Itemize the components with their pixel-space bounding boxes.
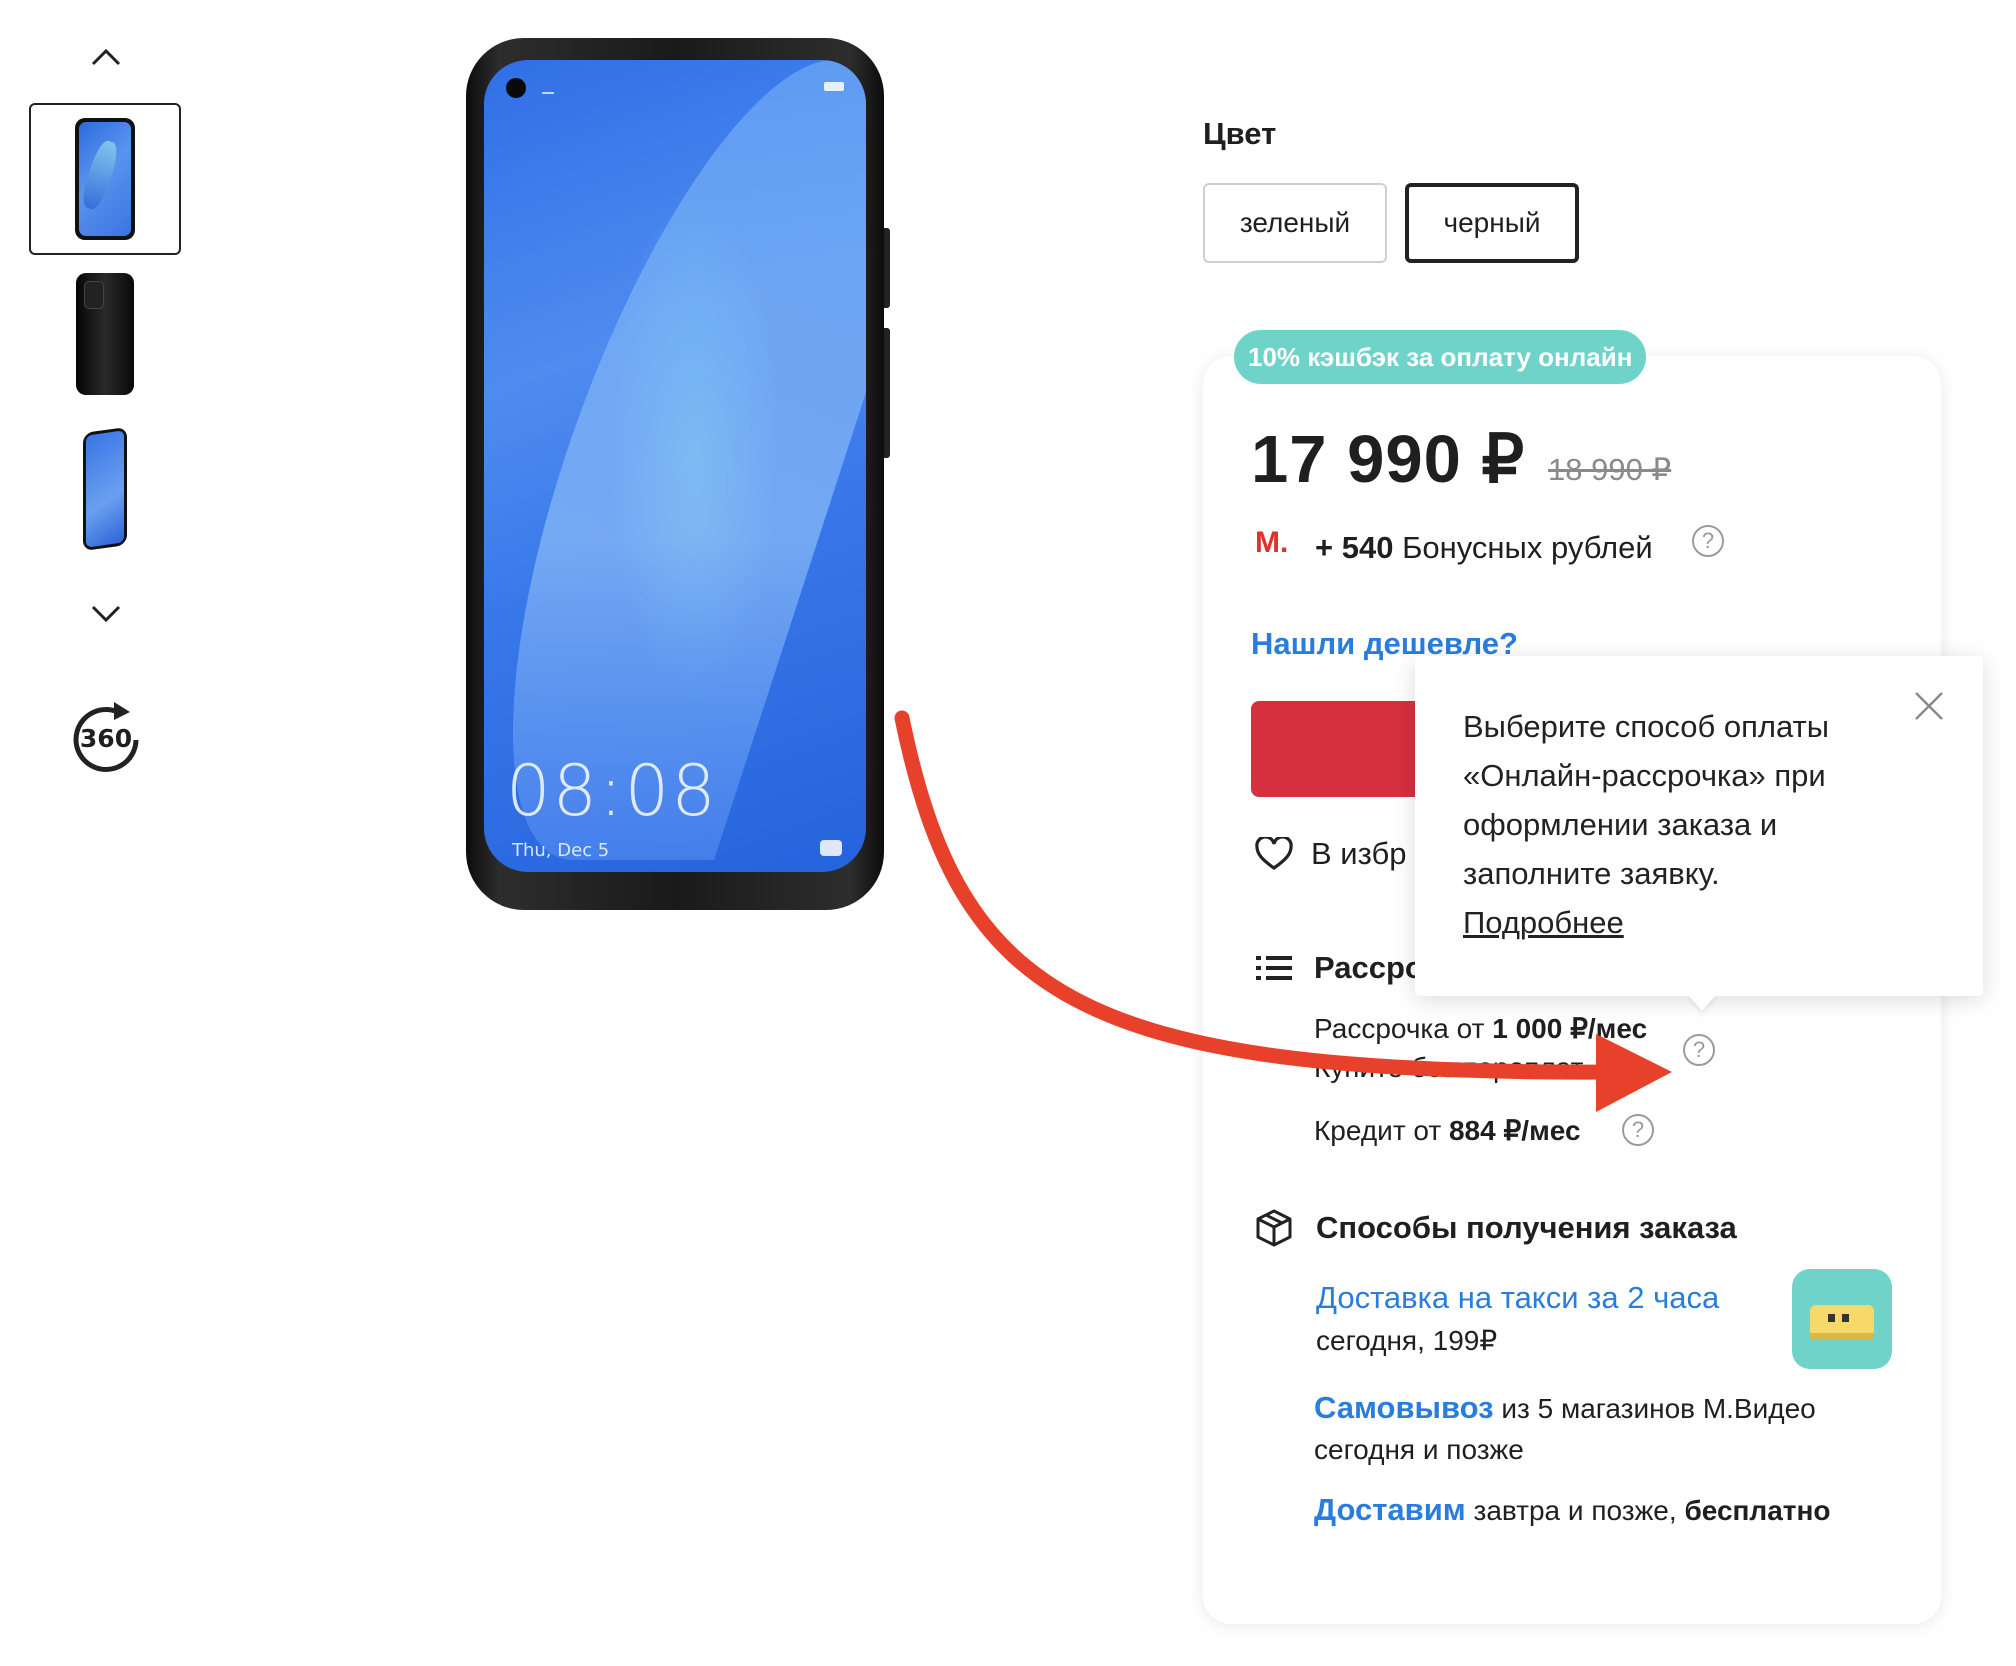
tooltip-pointer — [1688, 995, 1716, 1011]
gallery-down-button[interactable] — [84, 592, 128, 636]
installment-amount: 1 000 ₽/мес — [1492, 1013, 1648, 1044]
view-360-label: 360 — [79, 724, 133, 753]
product-image: 08:08 Thu, Dec 5 — [466, 38, 890, 910]
front-camera-icon — [506, 78, 526, 98]
pickup-sub: сегодня и позже — [1314, 1434, 1524, 1465]
chevron-down-icon — [91, 605, 121, 623]
tooltip-line: заполните заявку. — [1463, 856, 1720, 891]
courier-text: завтра и позже, — [1465, 1495, 1685, 1526]
mvideo-logo: M. — [1255, 526, 1289, 559]
cashback-badge: 10% кэшбэк за оплату онлайн — [1234, 330, 1647, 384]
camera-shortcut-icon — [820, 840, 842, 856]
installment-heading: Рассро — [1256, 950, 1424, 986]
courier-link[interactable]: Доставим — [1314, 1492, 1466, 1527]
taxi-delivery-link[interactable]: Доставка на такси за 2 часа — [1316, 1280, 1719, 1316]
gallery-thumb-front[interactable] — [29, 103, 181, 255]
gallery-thumb-back[interactable] — [29, 258, 181, 410]
phone-clock: 08:08 — [506, 750, 718, 832]
old-price: 18 990 ₽ — [1548, 452, 1672, 487]
signal-icon — [542, 82, 554, 94]
installment-prefix: Рассрочка от — [1314, 1013, 1493, 1044]
favorite-button[interactable]: В избр — [1255, 836, 1406, 872]
color-option-green[interactable]: зеленый — [1203, 183, 1387, 263]
pickup-line: Самовывоз из 5 магазинов М.Видео — [1314, 1390, 1816, 1426]
installment-no-overpay: Купите без переплат — [1314, 1052, 1584, 1083]
color-option-black[interactable]: черный — [1405, 183, 1579, 263]
credit-amount: 884 ₽/мес — [1448, 1115, 1581, 1146]
delivery-heading: Способы получения заказа — [1254, 1208, 1737, 1248]
package-icon — [1256, 1209, 1292, 1247]
bonus-help-icon[interactable]: ? — [1692, 525, 1724, 557]
courier-free: бесплатно — [1684, 1495, 1831, 1526]
phone-date: Thu, Dec 5 — [512, 840, 610, 861]
favorite-label: В избр — [1311, 836, 1407, 871]
current-price: 17 990 ₽ — [1251, 422, 1526, 497]
courier-line: Доставим завтра и позже, бесплатно — [1314, 1492, 1831, 1528]
gallery-up-button[interactable] — [84, 35, 128, 79]
bonus-info: + 540 Бонусных рублей — [1315, 530, 1653, 566]
thumb-image-front — [75, 118, 135, 240]
taxi-icon — [1792, 1269, 1892, 1369]
list-icon — [1256, 956, 1292, 980]
view-360-button[interactable]: 360 — [66, 700, 146, 780]
credit-line: Кредит от 884 ₽/мес — [1314, 1114, 1581, 1147]
bonus-amount: + 540 — [1315, 530, 1394, 565]
battery-icon — [824, 82, 844, 91]
installment-title: Рассро — [1314, 950, 1424, 985]
tooltip-line: Выберите способ оплаты — [1463, 709, 1830, 744]
gallery-thumb-angle[interactable] — [29, 413, 181, 565]
pickup-link[interactable]: Самовывоз — [1314, 1390, 1494, 1425]
credit-prefix: Кредит от — [1314, 1115, 1449, 1146]
tooltip-line: «Онлайн-рассрочка» при — [1463, 758, 1826, 793]
heart-icon — [1255, 837, 1293, 870]
chevron-up-icon — [91, 48, 121, 66]
close-icon[interactable] — [1913, 690, 1945, 722]
delivery-title: Способы получения заказа — [1316, 1210, 1737, 1245]
installment-line: Рассрочка от 1 000 ₽/мес — [1314, 1012, 1647, 1045]
tooltip-line: оформлении заказа и — [1463, 807, 1778, 842]
credit-help-icon[interactable]: ? — [1622, 1114, 1654, 1146]
color-title: Цвет — [1203, 116, 1277, 151]
taxi-delivery-sub: сегодня, 199₽ — [1316, 1325, 1498, 1356]
installment-tooltip: Выберите способ оплаты «Онлайн-рассрочка… — [1415, 656, 1983, 996]
thumb-image-angle — [83, 426, 127, 552]
pickup-text: из 5 магазинов М.Видео — [1493, 1393, 1816, 1424]
tooltip-text: Выберите способ оплаты «Онлайн-рассрочка… — [1463, 702, 1903, 947]
thumb-image-back — [76, 273, 134, 395]
tooltip-more-link[interactable]: Подробнее — [1463, 898, 1903, 947]
installment-help-icon[interactable]: ? — [1683, 1034, 1715, 1066]
bonus-text: Бонусных рублей — [1402, 530, 1653, 565]
